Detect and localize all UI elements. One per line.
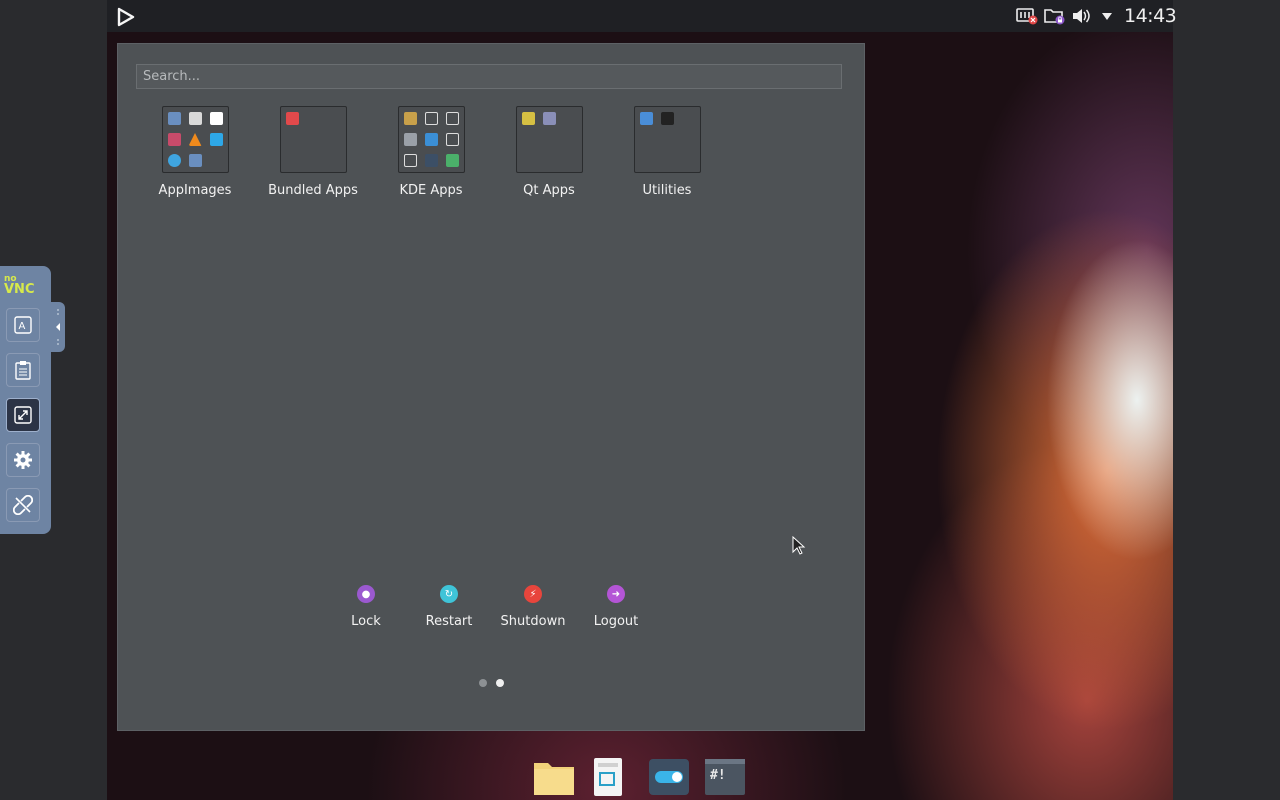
clipboard-button[interactable]	[6, 353, 40, 387]
app-icon	[445, 154, 459, 167]
volume-icon[interactable]	[1071, 7, 1091, 25]
search-input[interactable]	[136, 64, 842, 89]
app-icon	[445, 112, 459, 125]
app-icon	[167, 154, 181, 167]
power-label: Logout	[593, 614, 639, 629]
app-icon	[639, 112, 653, 125]
lock-icon: ●	[357, 585, 375, 603]
folder-preview	[515, 106, 583, 173]
app-icon	[188, 112, 202, 125]
shutdown-icon: ⚡	[524, 585, 542, 603]
logout-icon: ➜	[607, 585, 625, 603]
app-launcher-icon[interactable]	[116, 7, 136, 27]
folder-bundled-apps[interactable]: Bundled Apps	[258, 106, 368, 198]
logout-button[interactable]: ➜ Logout	[576, 585, 656, 629]
mouse-cursor-icon	[792, 536, 806, 555]
keyboard-icon: A	[14, 316, 32, 334]
fullscreen-button[interactable]	[6, 398, 40, 432]
folder-preview	[279, 106, 347, 173]
app-icon	[209, 112, 223, 125]
app-icon	[424, 154, 438, 167]
app-icon	[424, 133, 438, 146]
svg-text:A: A	[19, 321, 26, 332]
vlc-icon	[188, 133, 202, 146]
tools-icon	[209, 133, 223, 146]
dropdown-arrow-icon[interactable]	[1100, 7, 1114, 25]
folder-appimages[interactable]: AppImages	[140, 106, 250, 198]
restart-button[interactable]: ↻ Restart	[409, 585, 489, 629]
app-launcher-panel: AppImages Bundled Apps KDE Apps Qt Apps	[117, 43, 865, 731]
network-disconnected-icon[interactable]	[1016, 7, 1038, 25]
settings-button[interactable]	[6, 443, 40, 477]
settings-toggle-icon[interactable]	[647, 757, 691, 797]
fullscreen-icon	[14, 406, 32, 424]
page-indicator-1[interactable]	[479, 679, 487, 687]
dock: #!	[529, 752, 751, 800]
file-manager-icon[interactable]	[532, 757, 576, 797]
app-icon	[660, 112, 674, 125]
power-label: Lock	[351, 614, 381, 629]
terminal-icon[interactable]: #!	[703, 757, 747, 797]
folder-preview	[633, 106, 701, 173]
app-icon	[285, 112, 299, 125]
collapse-arrow-icon	[56, 309, 60, 345]
folder-label: KDE Apps	[399, 183, 463, 198]
screenshot-icon[interactable]	[591, 757, 625, 797]
lock-button[interactable]: ● Lock	[326, 585, 406, 629]
shutdown-button[interactable]: ⚡ Shutdown	[493, 585, 573, 629]
folder-utilities[interactable]: Utilities	[612, 106, 722, 198]
novnc-logo-bottom: VNC	[4, 282, 35, 297]
app-icon	[403, 154, 417, 167]
settings-gear-icon	[14, 451, 32, 469]
novnc-collapse-handle[interactable]	[51, 302, 65, 352]
calculator-icon	[403, 133, 417, 146]
top-panel	[107, 0, 1173, 32]
folder-kde-apps[interactable]: KDE Apps	[376, 106, 486, 198]
restart-icon: ↻	[440, 585, 458, 603]
app-icon	[445, 133, 459, 146]
svg-text:#!: #!	[710, 768, 726, 783]
folder-preview	[161, 106, 229, 173]
app-icon	[521, 112, 535, 125]
folder-label: AppImages	[158, 183, 232, 198]
app-icon	[167, 112, 181, 125]
app-icon	[542, 112, 556, 125]
disconnect-button[interactable]	[6, 488, 40, 522]
folder-icon	[424, 112, 438, 125]
clock[interactable]: 14:43	[1124, 5, 1177, 27]
app-icon	[188, 154, 202, 167]
novnc-logo: no VNC	[4, 275, 44, 297]
novnc-sidebar: no VNC A	[0, 266, 51, 534]
folder-label: Qt Apps	[523, 183, 575, 198]
folder-label: Utilities	[642, 183, 692, 198]
folder-label: Bundled Apps	[268, 183, 358, 198]
clipboard-icon	[15, 361, 31, 380]
app-icon	[167, 133, 181, 146]
keyboard-button[interactable]: A	[6, 308, 40, 342]
app-icon	[403, 112, 417, 125]
folder-qt-apps[interactable]: Qt Apps	[494, 106, 604, 198]
page-indicator-2[interactable]	[496, 679, 504, 687]
folder-lock-icon[interactable]	[1044, 7, 1066, 25]
folder-preview	[397, 106, 465, 173]
power-label: Shutdown	[500, 614, 566, 629]
power-label: Restart	[425, 614, 473, 629]
disconnect-icon	[13, 495, 33, 515]
